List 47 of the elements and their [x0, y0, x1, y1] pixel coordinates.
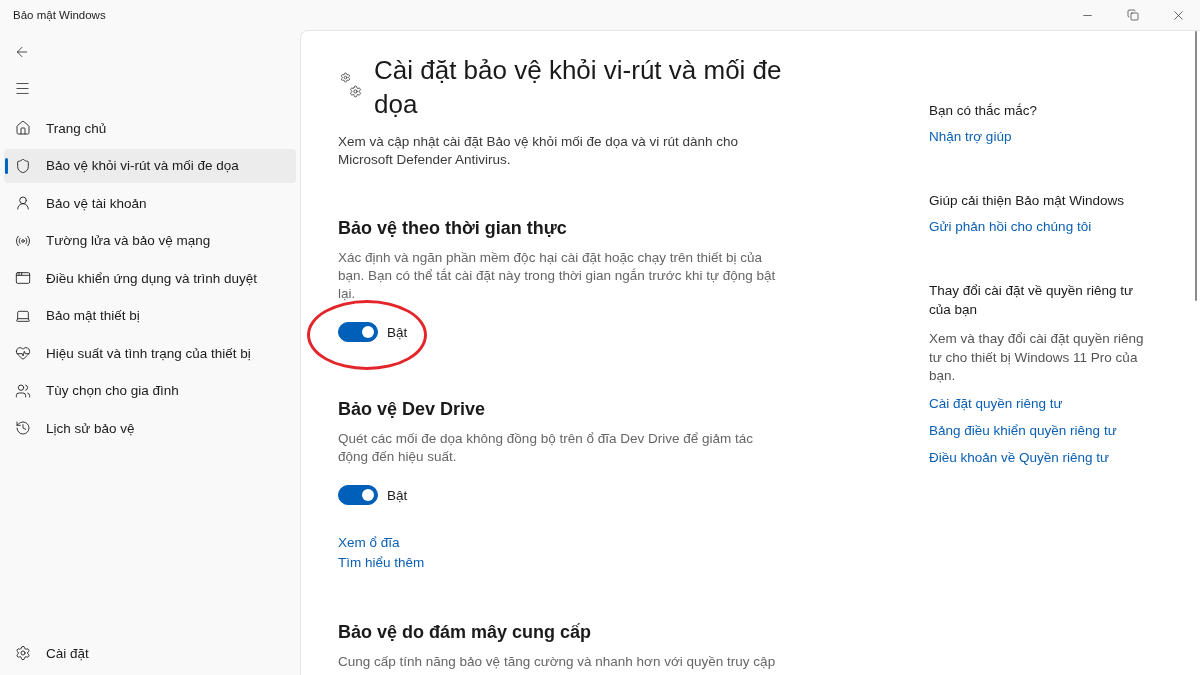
nav-item[interactable]: Điều khiển ứng dụng và trình duyệt [4, 261, 296, 295]
selection-indicator [5, 157, 8, 174]
restore-icon[interactable] [1127, 9, 1139, 21]
aside-heading: Bạn có thắc mắc? [929, 102, 1039, 120]
nav-item[interactable]: Bảo mật thiết bị [4, 298, 296, 333]
nav-item[interactable]: Bảo vệ tài khoản [4, 186, 296, 220]
nav-item[interactable]: Tùy chọn cho gia đình [4, 373, 296, 408]
link[interactable]: Điều khoản về Quyền riêng tư [929, 449, 1110, 467]
section-heading: Bảo vệ Dev Drive [338, 398, 487, 421]
section-description: Quét các mối đe dọa không đồng bộ trên ổ đĩa Dev Drive để giảm tác động đến hiệu suất. [338, 430, 754, 466]
link[interactable]: Nhận trợ giúp [929, 128, 1012, 146]
aside-heading: Giúp cải thiện Bảo mật Windows [929, 192, 1126, 210]
page-description: Xem và cập nhật cài đặt Bảo vệ khỏi mối đe dọa và vi rút dành cho Microsoft Defender Antivirus. [338, 133, 739, 169]
scrollbar-thumb[interactable] [1195, 31, 1197, 301]
history-icon [15, 420, 31, 436]
home-icon [15, 120, 31, 136]
link[interactable]: Gửi phản hồi cho chúng tôi [929, 218, 1092, 236]
nav-item[interactable]: Bảo vệ khỏi vi-rút và mối đe dọa [4, 148, 296, 183]
toggle-switch[interactable] [338, 322, 378, 342]
nav-item[interactable]: Hiệu suất và tình trạng của thiết bị [4, 336, 296, 370]
settings-icon [15, 645, 31, 661]
people-icon [15, 382, 31, 399]
section-description: Xác định và ngăn phần mềm độc hại cài đặt hoặc chạy trên thiết bị của bạn. Bạn có thể tắt cài đặt này trong thời gian ngắn trước khi tự động bật lại. [338, 249, 777, 303]
section-heading: Bảo vệ do đám mây cung cấp [338, 621, 593, 644]
shield-icon [15, 157, 31, 174]
nav-item[interactable]: Tường lửa và bảo vệ mạng [4, 223, 296, 258]
back-icon[interactable] [14, 44, 30, 60]
link[interactable]: Xem ổ đĩa [338, 533, 400, 553]
window-title: Bảo mật Windows [13, 9, 106, 21]
section-heading: Bảo vệ theo thời gian thực [338, 217, 568, 240]
aside-heading: Thay đổi cài đặt về quyền riêng tư của bạn [929, 282, 1135, 319]
toggle-switch[interactable] [338, 485, 378, 505]
link[interactable]: Bảng điều khiển quyền riêng tư [929, 422, 1117, 440]
link[interactable]: Tìm hiểu thêm [338, 553, 425, 573]
window-icon [15, 270, 31, 286]
page-title: Cài đặt bảo vệ khỏi vi-rút và mối đe dọa [374, 54, 783, 121]
aside-description: Xem và thay đổi cài đặt quyền riêng tư cho thiết bị Windows 11 Pro của bạn. [929, 330, 1145, 385]
person-icon [15, 195, 31, 211]
section-description: Cung cấp tính năng bảo vệ tăng cường và nhanh hơn với quyền truy cập [338, 653, 777, 671]
link[interactable]: Cài đặt quyền riêng tư [929, 395, 1063, 413]
toggle-label: Bật [387, 487, 408, 503]
nav-item[interactable]: Lịch sử bảo vệ [4, 411, 296, 445]
nav-item[interactable]: Trang chủ [4, 111, 296, 145]
heart-pulse-icon [15, 345, 31, 361]
gears-icon [340, 72, 362, 98]
nav-item[interactable]: Cài đặt [4, 636, 296, 670]
toggle-label: Bật [387, 324, 408, 340]
